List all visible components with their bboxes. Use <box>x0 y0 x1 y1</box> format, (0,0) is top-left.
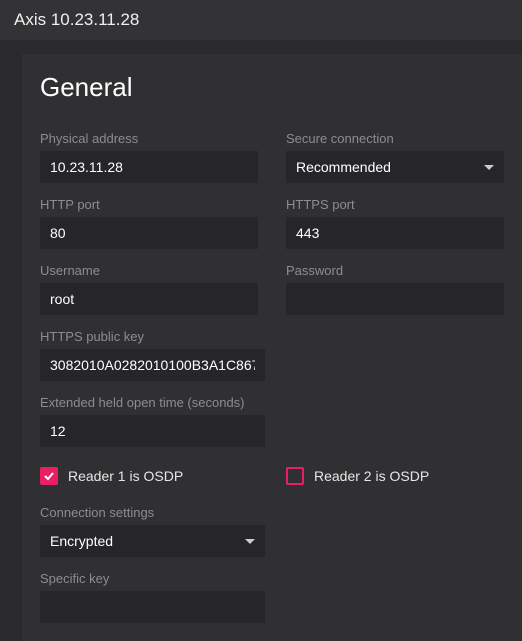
label-extended-held-open: Extended held open time (seconds) <box>40 395 504 410</box>
field-https-port: HTTPS port <box>286 197 504 249</box>
check-icon <box>43 470 55 482</box>
field-http-port: HTTP port <box>40 197 258 249</box>
input-specific-key[interactable] <box>40 591 265 623</box>
select-secure-connection-value: Recommended <box>296 159 391 175</box>
field-secure-connection: Secure connection Recommended <box>286 131 504 183</box>
window-title: Axis 10.23.11.28 <box>14 10 139 29</box>
field-password: Password <box>286 263 504 315</box>
checkbox-reader1-osdp[interactable] <box>40 467 58 485</box>
field-extended-held-open: Extended held open time (seconds) <box>40 395 504 447</box>
select-secure-connection[interactable]: Recommended <box>286 151 504 183</box>
input-password[interactable] <box>286 283 504 315</box>
chevron-down-icon <box>245 539 255 544</box>
panel-title: General <box>40 72 504 103</box>
row-reader2-osdp: Reader 2 is OSDP <box>286 461 504 491</box>
label-https-port: HTTPS port <box>286 197 504 212</box>
label-http-port: HTTP port <box>40 197 258 212</box>
field-https-public-key: HTTPS public key <box>40 329 504 381</box>
select-connection-settings-value: Encrypted <box>50 533 113 549</box>
input-http-port[interactable] <box>40 217 258 249</box>
field-username: Username <box>40 263 258 315</box>
label-reader2-osdp: Reader 2 is OSDP <box>314 468 429 484</box>
field-specific-key: Specific key <box>40 571 504 623</box>
label-physical-address: Physical address <box>40 131 258 146</box>
label-username: Username <box>40 263 258 278</box>
input-extended-held-open[interactable] <box>40 415 265 447</box>
general-panel: General Physical address Secure connecti… <box>22 54 522 641</box>
label-reader1-osdp: Reader 1 is OSDP <box>68 468 183 484</box>
label-specific-key: Specific key <box>40 571 504 586</box>
field-physical-address: Physical address <box>40 131 258 183</box>
input-username[interactable] <box>40 283 258 315</box>
input-https-port[interactable] <box>286 217 504 249</box>
label-secure-connection: Secure connection <box>286 131 504 146</box>
select-connection-settings[interactable]: Encrypted <box>40 525 265 557</box>
checkbox-reader2-osdp[interactable] <box>286 467 304 485</box>
chevron-down-icon <box>484 165 494 170</box>
input-physical-address[interactable] <box>40 151 258 183</box>
form-grid: Physical address Secure connection Recom… <box>40 131 504 623</box>
field-connection-settings: Connection settings Encrypted <box>40 505 504 557</box>
label-connection-settings: Connection settings <box>40 505 504 520</box>
input-https-public-key[interactable] <box>40 349 265 381</box>
label-password: Password <box>286 263 504 278</box>
row-reader1-osdp: Reader 1 is OSDP <box>40 461 258 491</box>
window-titlebar: Axis 10.23.11.28 <box>0 0 522 40</box>
label-https-public-key: HTTPS public key <box>40 329 504 344</box>
